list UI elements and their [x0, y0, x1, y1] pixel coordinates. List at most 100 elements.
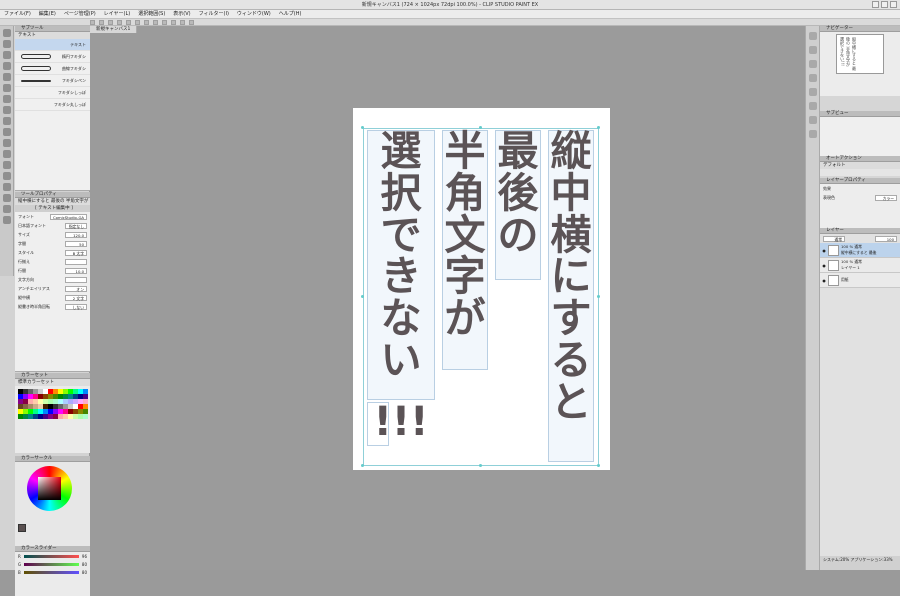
- text-tool-icon[interactable]: [3, 205, 11, 213]
- subview-toggle-icon[interactable]: [808, 46, 817, 54]
- color-swatch[interactable]: [68, 404, 73, 409]
- color-swatch[interactable]: [83, 399, 88, 404]
- text-column-2[interactable]: 最後の: [495, 130, 541, 280]
- color-swatch[interactable]: [28, 394, 33, 399]
- subtool-item-balloon-round-tail[interactable]: フキダシ丸しっぽ: [15, 99, 90, 111]
- frame-handle[interactable]: [361, 464, 364, 467]
- color-swatch[interactable]: [58, 389, 63, 394]
- eraser-tool-icon[interactable]: [3, 128, 11, 136]
- color-swatch[interactable]: [18, 394, 23, 399]
- color-swatch[interactable]: [78, 404, 83, 409]
- color-swatch[interactable]: [63, 389, 68, 394]
- style-toggle[interactable]: B 太字: [65, 249, 87, 256]
- color-swatch[interactable]: [68, 409, 73, 414]
- red-slider[interactable]: [23, 554, 79, 558]
- color-swatch[interactable]: [38, 394, 43, 399]
- airbrush-tool-icon[interactable]: [3, 117, 11, 125]
- maximize-button[interactable]: [881, 1, 888, 8]
- color-swatch[interactable]: [83, 394, 88, 399]
- color-swatch[interactable]: [33, 399, 38, 404]
- tcy-select[interactable]: 2 文字: [65, 294, 87, 301]
- canvas-area[interactable]: 新規キャンバス1 縦中横にすると 最後の 半角文字が 選択できない !!!: [90, 26, 805, 570]
- blend-mode-select[interactable]: 通常: [823, 235, 845, 242]
- color-swatch[interactable]: [28, 409, 33, 414]
- color-swatch[interactable]: [18, 414, 23, 419]
- menu-edit[interactable]: 編集(E): [39, 10, 56, 18]
- clear-icon[interactable]: [135, 20, 140, 25]
- layer-search-icon[interactable]: [808, 102, 817, 110]
- color-swatch[interactable]: [18, 404, 23, 409]
- color-swatch[interactable]: [68, 399, 73, 404]
- frame-tool-icon[interactable]: [3, 183, 11, 191]
- color-swatch[interactable]: [38, 414, 43, 419]
- color-swatch[interactable]: [28, 404, 33, 409]
- font-select[interactable]: ComicStudio-GA: [49, 213, 87, 220]
- subtool-item-balloon-tail[interactable]: フキダシしっぽ: [15, 87, 90, 99]
- lasso-tool-icon[interactable]: [3, 62, 11, 70]
- frame-handle[interactable]: [597, 464, 600, 467]
- color-swatch[interactable]: [23, 399, 28, 404]
- fill-tool-icon[interactable]: [3, 150, 11, 158]
- color-swatch[interactable]: [23, 409, 28, 414]
- color-swatch[interactable]: [78, 399, 83, 404]
- color-swatch[interactable]: [53, 399, 58, 404]
- color-swatch[interactable]: [78, 414, 83, 419]
- color-swatch[interactable]: [73, 409, 78, 414]
- minimize-button[interactable]: [872, 1, 879, 8]
- jp-font-select[interactable]: 指定なし: [65, 222, 87, 229]
- blue-slider[interactable]: [23, 570, 79, 574]
- color-swatch[interactable]: [58, 414, 63, 419]
- color-swatch[interactable]: [48, 389, 53, 394]
- color-swatch[interactable]: [18, 389, 23, 394]
- color-swatch[interactable]: [83, 389, 88, 394]
- color-swatch[interactable]: [68, 394, 73, 399]
- pen-tool-icon[interactable]: [3, 84, 11, 92]
- frame-handle[interactable]: [361, 295, 364, 298]
- antialias-select[interactable]: オン: [65, 285, 87, 292]
- color-swatch[interactable]: [63, 399, 68, 404]
- auto-action-select[interactable]: デフォルト: [820, 162, 900, 169]
- color-swatch[interactable]: [43, 394, 48, 399]
- subtool-item-ellipse-balloon[interactable]: 楕円フキダシ: [15, 51, 90, 63]
- invert-icon[interactable]: [189, 20, 194, 25]
- frame-handle[interactable]: [479, 464, 482, 467]
- color-swatch[interactable]: [23, 404, 28, 409]
- color-swatch[interactable]: [23, 389, 28, 394]
- undo-icon[interactable]: [117, 20, 122, 25]
- color-swatch[interactable]: [53, 404, 58, 409]
- close-button[interactable]: [890, 1, 897, 8]
- color-swatch[interactable]: [58, 399, 63, 404]
- color-swatch[interactable]: [43, 409, 48, 414]
- menu-page[interactable]: ページ管理(P): [64, 10, 96, 18]
- ruler-icon[interactable]: [162, 20, 167, 25]
- color-swatch[interactable]: [73, 404, 78, 409]
- history-toggle-icon[interactable]: [808, 74, 817, 82]
- spacing-input[interactable]: 50: [65, 240, 87, 247]
- opacity-input[interactable]: 100: [875, 235, 897, 242]
- halfwidth-rotate-select[interactable]: しない: [65, 303, 87, 310]
- green-slider[interactable]: [24, 562, 79, 566]
- figure-tool-icon[interactable]: [3, 172, 11, 180]
- subtool-item-curve-balloon[interactable]: 曲線フキダシ: [15, 63, 90, 75]
- color-swatch[interactable]: [33, 389, 38, 394]
- subtool-item-text[interactable]: テキスト: [15, 39, 90, 51]
- color-swatch[interactable]: [78, 389, 83, 394]
- new-icon[interactable]: [90, 20, 95, 25]
- eye-icon[interactable]: ●: [820, 278, 828, 283]
- color-swatch[interactable]: [68, 389, 73, 394]
- grid-icon[interactable]: [153, 20, 158, 25]
- color-swatch[interactable]: [23, 394, 28, 399]
- color-swatch[interactable]: [73, 389, 78, 394]
- color-swatch[interactable]: [28, 389, 33, 394]
- menu-file[interactable]: ファイル(F): [4, 10, 31, 18]
- transform-icon[interactable]: [144, 20, 149, 25]
- zoom-tool-icon[interactable]: [3, 29, 11, 37]
- pencil-tool-icon[interactable]: [3, 95, 11, 103]
- color-swatch[interactable]: [43, 389, 48, 394]
- color-swatch[interactable]: [73, 394, 78, 399]
- navigator-thumbnail[interactable]: 縦中横にすると 最後の 半角文字が 選択できない!!!: [836, 34, 884, 74]
- main-color-swatch[interactable]: [18, 524, 26, 532]
- color-swatch[interactable]: [83, 404, 88, 409]
- color-swatch[interactable]: [73, 414, 78, 419]
- color-swatch[interactable]: [23, 414, 28, 419]
